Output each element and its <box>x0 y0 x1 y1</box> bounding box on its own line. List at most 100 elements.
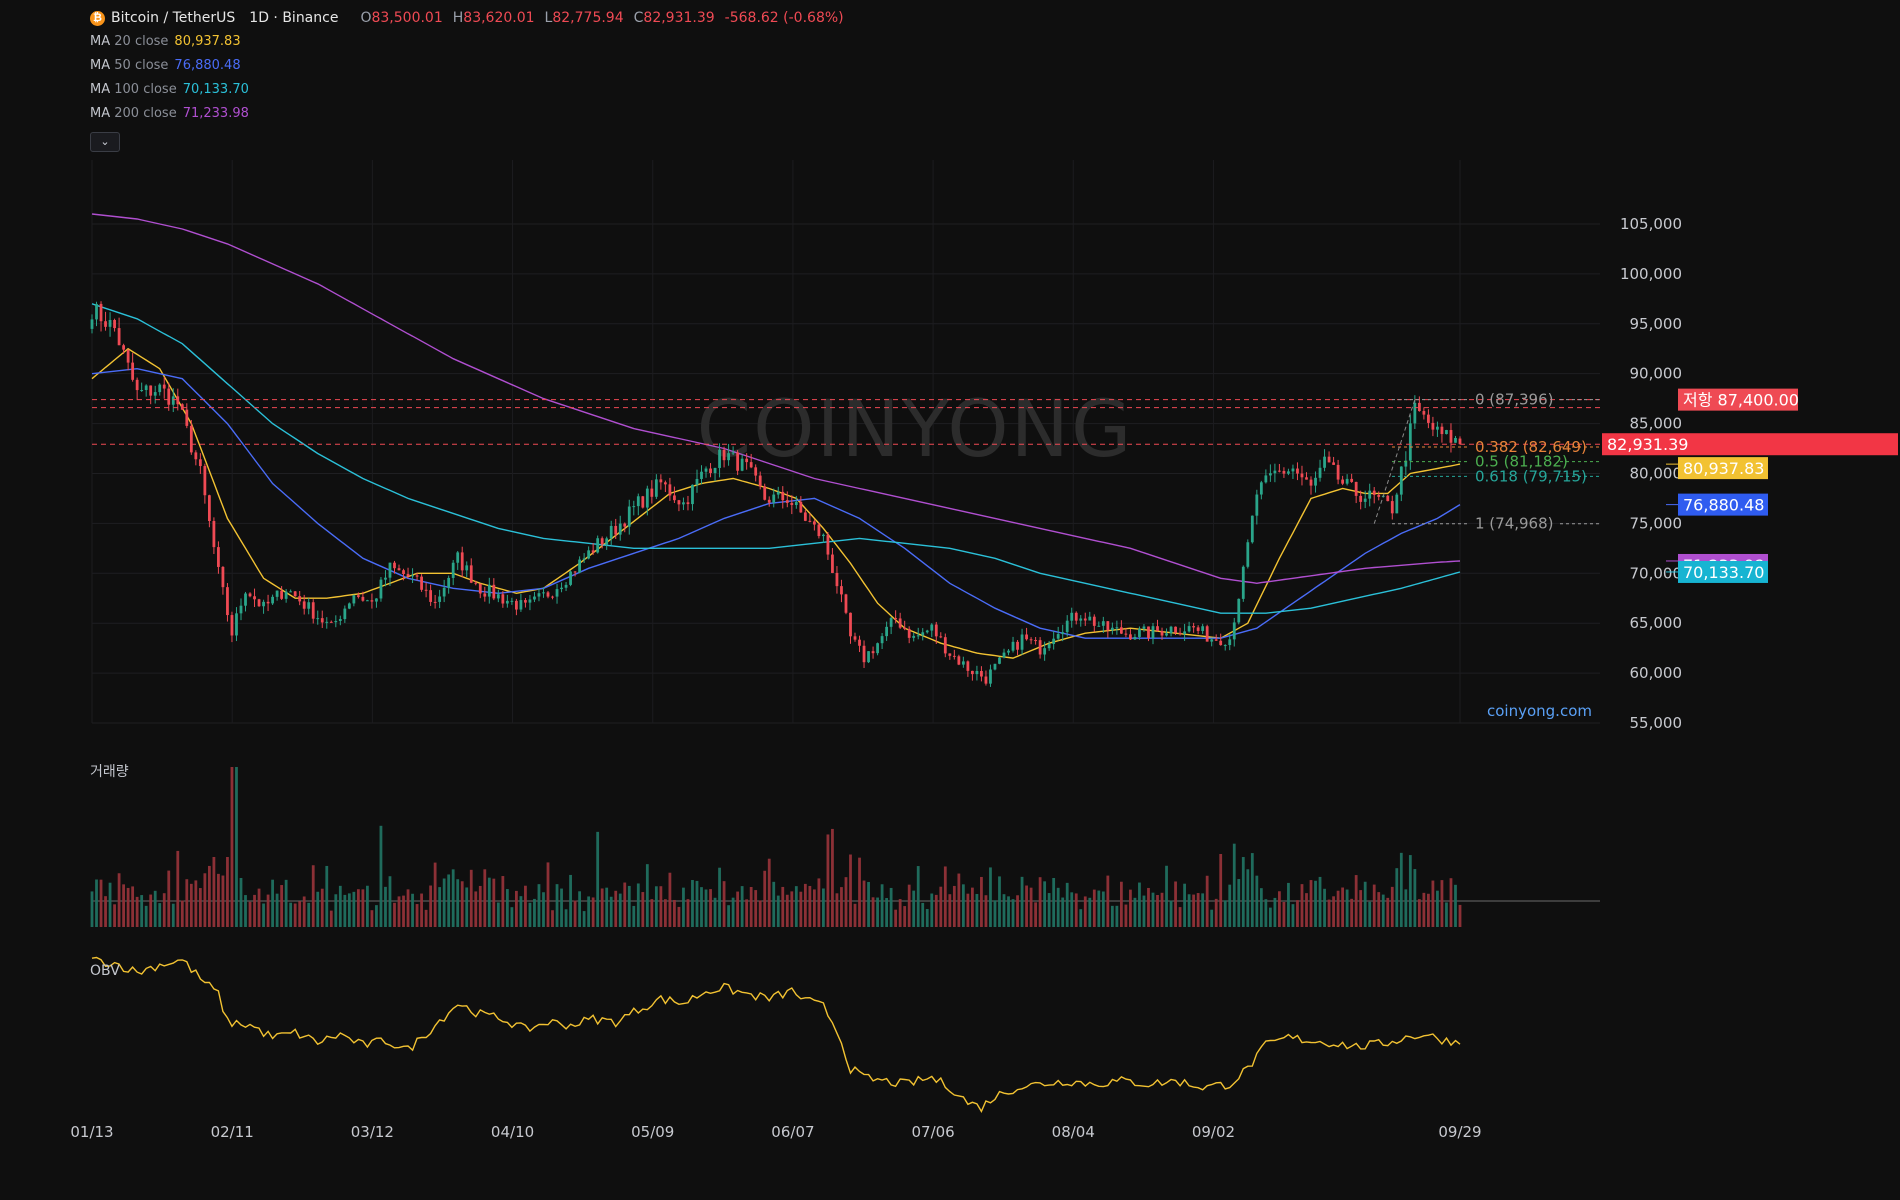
volume-bar <box>1350 898 1354 927</box>
candle-body <box>478 583 482 594</box>
candle-body <box>465 565 469 571</box>
volume-bar <box>659 886 663 927</box>
candle <box>501 591 505 608</box>
candle-body <box>158 384 162 393</box>
volume-bar <box>618 893 622 927</box>
candle-body <box>451 562 455 578</box>
candle-body <box>1259 482 1263 495</box>
candle-body <box>948 653 952 656</box>
candle-body <box>1034 640 1037 642</box>
candle-body <box>420 576 423 590</box>
candle <box>961 656 965 668</box>
candle-body <box>1341 479 1345 484</box>
volume-bar <box>1070 892 1074 927</box>
volume-bar <box>1377 892 1381 927</box>
candle-body <box>144 385 148 391</box>
candle <box>998 656 1001 665</box>
candle-body <box>1237 598 1241 623</box>
volume-bar <box>632 905 636 927</box>
candle-body <box>1273 470 1277 474</box>
volume-bar <box>402 895 405 927</box>
volume-bar <box>763 870 767 927</box>
volume-bar <box>442 878 446 927</box>
candle-body <box>361 596 365 601</box>
candle-body <box>803 512 807 521</box>
volume-bar <box>772 881 776 927</box>
candle <box>524 597 527 608</box>
candle-body <box>1174 626 1177 633</box>
volume-bar <box>311 865 315 927</box>
candle-body <box>587 550 591 559</box>
volume-bar <box>943 866 947 927</box>
volume-bar <box>876 897 879 927</box>
candle-body <box>1061 632 1065 635</box>
candle-body <box>198 459 202 467</box>
candle-body <box>167 388 171 405</box>
candle <box>587 546 591 560</box>
candle-body <box>578 559 581 573</box>
candle <box>1341 475 1345 486</box>
volume-bar <box>334 894 338 927</box>
y-tick-label: 100,000 <box>1620 265 1682 283</box>
candle-body <box>271 596 274 604</box>
candle <box>677 499 681 512</box>
candle-body <box>1192 626 1196 628</box>
candle-body <box>1314 477 1317 486</box>
candle-body <box>745 458 749 463</box>
volume-bar <box>812 889 816 927</box>
volume-bar <box>1124 904 1128 927</box>
candle <box>817 522 821 539</box>
price-chart[interactable]: COINYONG 0 (87,396)0.382 (82,649)0.5 (81… <box>0 0 1900 1200</box>
candle <box>1133 633 1137 640</box>
volume-bar <box>1061 897 1065 927</box>
candle <box>1323 449 1326 472</box>
volume-bar <box>469 869 473 927</box>
candle <box>636 493 640 516</box>
candle <box>1250 515 1254 544</box>
volume-bar <box>280 885 284 927</box>
candle <box>555 583 559 604</box>
candle-body <box>126 349 130 363</box>
candle <box>1070 607 1074 628</box>
candle-body <box>831 554 834 573</box>
volume-bar <box>1052 877 1056 927</box>
volume-bar <box>736 891 740 927</box>
volume-bar <box>185 879 189 927</box>
volume-bar <box>1047 893 1051 927</box>
x-tick-label: 06/07 <box>771 1123 814 1141</box>
candle <box>880 633 884 649</box>
candle-body <box>740 458 744 471</box>
candle-body <box>533 596 536 600</box>
candle-body <box>153 392 157 396</box>
candle <box>1336 459 1340 485</box>
candle-body <box>1025 634 1028 640</box>
volume-bar <box>1390 886 1394 927</box>
candle <box>108 312 112 337</box>
volume-bar <box>144 905 148 927</box>
volume-bar <box>1201 893 1205 927</box>
candle <box>691 484 694 511</box>
candle-body <box>519 600 523 610</box>
volume-bar <box>438 887 442 927</box>
volume-bar <box>1278 891 1281 927</box>
candle-body <box>564 584 568 588</box>
candle-body <box>221 566 225 588</box>
volume-bar <box>180 900 184 927</box>
candle <box>1056 626 1060 641</box>
volume-bar <box>460 881 464 927</box>
volume-bar <box>785 894 789 927</box>
candle <box>921 628 925 641</box>
candle <box>835 566 839 594</box>
candle-body <box>1268 473 1272 476</box>
candle <box>1368 483 1372 507</box>
volume-bar <box>212 857 216 927</box>
candle-body <box>966 661 970 671</box>
volume-bar <box>1458 904 1462 927</box>
volume-bar <box>1417 899 1421 927</box>
candle-body <box>1133 636 1137 640</box>
candle-body <box>1052 638 1056 645</box>
candle <box>609 520 613 546</box>
candle-body <box>1214 639 1218 641</box>
volume-bar <box>1097 890 1101 927</box>
volume-bar <box>474 891 478 927</box>
